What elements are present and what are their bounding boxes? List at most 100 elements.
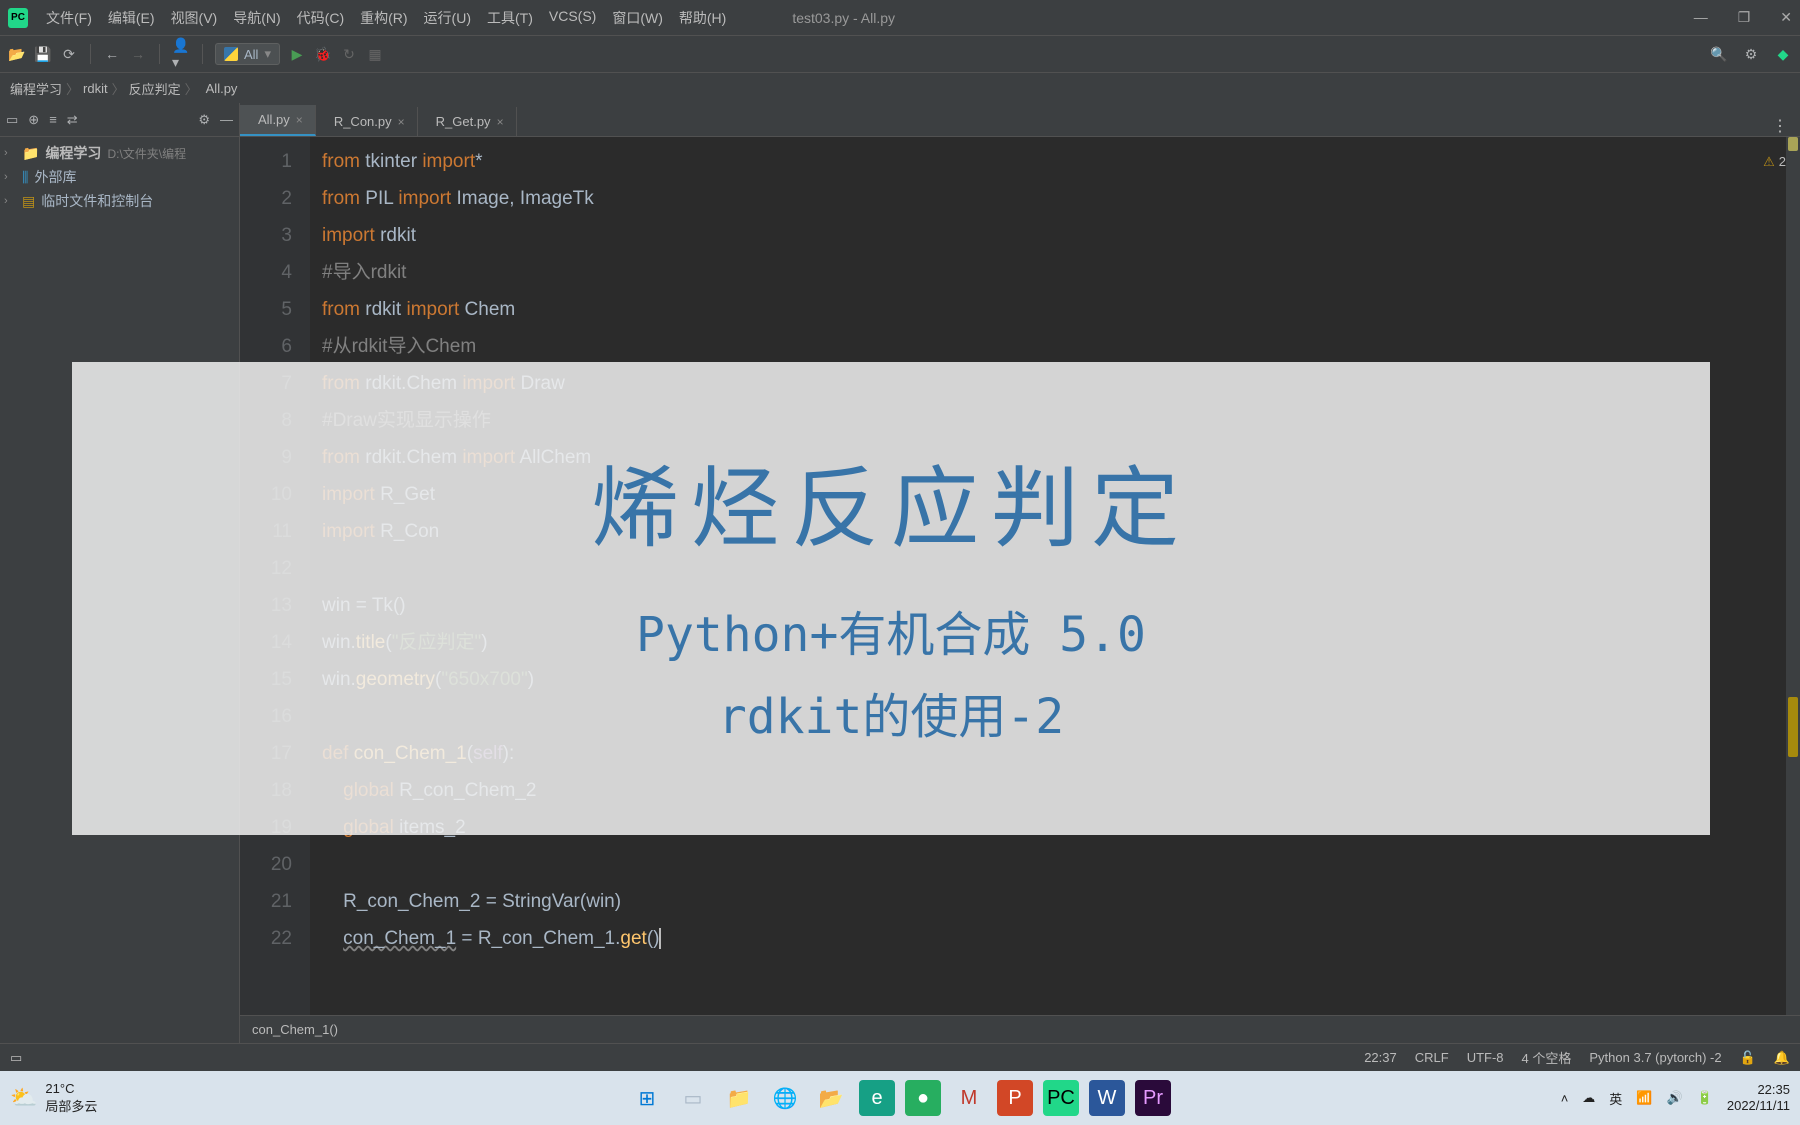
tray-battery-icon[interactable]: 🔋 (1697, 1090, 1713, 1106)
editor-tab[interactable]: R_Get.py× (418, 107, 517, 136)
settings-icon[interactable]: ⚙ (1742, 45, 1760, 63)
windows-taskbar: ⛅ 21°C 局部多云 ⊞ ▭ 📁 🌐 📂 e ● M P PC W Pr ˄ … (0, 1071, 1800, 1125)
main-toolbar: 📂 💾 ⟳ ← → 👤▾ All ▾ ▶ 🐞 ↻ ▦ 🔍 ⚙ ◆ (0, 35, 1800, 73)
minimize-button[interactable]: — (1694, 9, 1708, 26)
menu-item[interactable]: 视图(V) (165, 6, 224, 30)
breadcrumb-item[interactable]: rdkit (83, 81, 108, 96)
close-button[interactable]: ✕ (1780, 9, 1792, 26)
breadcrumb-item[interactable]: 反应判定 (129, 79, 181, 98)
run-button[interactable]: ▶ (288, 45, 306, 63)
target-icon[interactable]: ⊕ (28, 112, 39, 128)
word-icon[interactable]: W (1089, 1080, 1125, 1116)
app-icon-2[interactable]: ● (905, 1080, 941, 1116)
breadcrumb-item[interactable]: All.py (202, 81, 238, 96)
lock-icon[interactable]: 🔓 (1740, 1050, 1756, 1066)
hide-icon[interactable]: — (220, 112, 233, 127)
edge-icon[interactable]: 🌐 (767, 1080, 803, 1116)
app-icon-3[interactable]: M (951, 1080, 987, 1116)
profile-icon[interactable]: ▦ (366, 45, 384, 63)
explorer-icon[interactable]: 📁 (721, 1080, 757, 1116)
start-button[interactable]: ⊞ (629, 1080, 665, 1116)
menu-item[interactable]: 代码(C) (291, 6, 350, 30)
taskbar-clock[interactable]: 22:35 2022/11/11 (1727, 1082, 1790, 1113)
status-encoding[interactable]: UTF-8 (1467, 1050, 1504, 1065)
app-icon-1[interactable]: e (859, 1080, 895, 1116)
menu-item[interactable]: 导航(N) (227, 6, 286, 30)
sort-icon[interactable]: ≡ (49, 112, 57, 127)
task-view-icon[interactable]: ▭ (675, 1080, 711, 1116)
shield-icon[interactable]: ◆ (1774, 45, 1792, 63)
save-icon[interactable]: 💾 (34, 45, 52, 63)
menu-item[interactable]: VCS(S) (543, 6, 602, 30)
tray-chevron-icon[interactable]: ˄ (1561, 1091, 1569, 1106)
menu-item[interactable]: 帮助(H) (673, 6, 732, 30)
taskbar-apps: ⊞ ▭ 📁 🌐 📂 e ● M P PC W Pr (629, 1080, 1171, 1116)
debug-button[interactable]: 🐞 (314, 45, 332, 63)
main-menu: 文件(F)编辑(E)视图(V)导航(N)代码(C)重构(R)运行(U)工具(T)… (40, 6, 732, 30)
window-title: test03.py - All.py (792, 10, 895, 26)
folder-icon[interactable]: 📂 (813, 1080, 849, 1116)
status-bar: ▭ 22:37 CRLF UTF-8 4 个空格 Python 3.7 (pyt… (0, 1043, 1800, 1071)
python-icon (224, 47, 238, 61)
tray-onedrive-icon[interactable]: ☁ (1582, 1090, 1595, 1106)
tabs-more-icon[interactable]: ⋮ (1760, 116, 1800, 136)
inspection-indicator[interactable]: ⚠ 2 (1763, 143, 1786, 180)
taskbar-weather[interactable]: ⛅ 21°C 局部多云 (10, 1081, 97, 1115)
editor-tab[interactable]: All.py× (240, 105, 316, 136)
user-icon[interactable]: 👤▾ (172, 45, 190, 63)
project-view-icon[interactable]: ▭ (6, 112, 18, 128)
reload-icon[interactable]: ⟳ (60, 45, 78, 63)
pycharm-logo-icon: PC (8, 8, 28, 28)
back-icon[interactable]: ← (103, 45, 121, 63)
scratches[interactable]: › ▤ 临时文件和控制台 (0, 189, 239, 213)
warning-icon: ⚠ (1763, 143, 1775, 180)
run-config-dropdown[interactable]: All ▾ (215, 43, 280, 65)
menu-item[interactable]: 窗口(W) (606, 6, 669, 30)
breadcrumb-item[interactable]: 编程学习 (10, 79, 62, 98)
powerpoint-icon[interactable]: P (997, 1080, 1033, 1116)
collapse-icon[interactable]: ⇄ (67, 112, 78, 128)
project-root[interactable]: › 📁 编程学习 D:\文件夹\编程 (0, 141, 239, 165)
breadcrumb-context[interactable]: con_Chem_1() (240, 1015, 1800, 1043)
notification-icon[interactable]: 🔔 (1774, 1050, 1790, 1066)
system-tray: ˄ ☁ 英 📶 🔊 🔋 22:35 2022/11/11 (1561, 1082, 1790, 1113)
overlay-title: 烯烃反应判定 (591, 438, 1191, 565)
tool-window-icon[interactable]: ▭ (10, 1050, 22, 1066)
external-libraries[interactable]: › ⫼ 外部库 (0, 165, 239, 189)
tray-language-icon[interactable]: 英 (1609, 1089, 1622, 1108)
coverage-icon[interactable]: ↻ (340, 45, 358, 63)
close-tab-icon[interactable]: × (296, 113, 303, 127)
editor-tab[interactable]: R_Con.py× (316, 107, 418, 136)
sidebar-header: ▭ ⊕ ≡ ⇄ ⚙ — (0, 103, 239, 137)
menu-item[interactable]: 运行(U) (418, 6, 477, 30)
status-interpreter[interactable]: Python 3.7 (pytorch) -2 (1589, 1050, 1721, 1065)
overlay-subtitle-2: rdkit的使用-2 (718, 677, 1064, 747)
window-controls: — ❐ ✕ (1694, 9, 1792, 26)
open-icon[interactable]: 📂 (8, 45, 26, 63)
close-tab-icon[interactable]: × (398, 115, 405, 129)
tray-volume-icon[interactable]: 🔊 (1666, 1090, 1682, 1106)
video-overlay: 烯烃反应判定 Python+有机合成 5.0 rdkit的使用-2 (72, 362, 1710, 835)
premiere-icon[interactable]: Pr (1135, 1080, 1171, 1116)
menu-item[interactable]: 文件(F) (40, 6, 98, 30)
project-tree: › 📁 编程学习 D:\文件夹\编程 › ⫼ 外部库 › ▤ 临时文件和控制台 (0, 137, 239, 217)
editor-scrollbar[interactable] (1786, 137, 1800, 1015)
weather-icon: ⛅ (10, 1085, 37, 1111)
overlay-subtitle-1: Python+有机合成 5.0 (636, 595, 1146, 665)
close-tab-icon[interactable]: × (497, 115, 504, 129)
gear-icon[interactable]: ⚙ (198, 112, 210, 128)
maximize-button[interactable]: ❐ (1738, 9, 1751, 26)
navigation-breadcrumb: 编程学习〉rdkit〉反应判定〉All.py (0, 73, 1800, 103)
pycharm-taskbar-icon[interactable]: PC (1043, 1080, 1079, 1116)
forward-icon[interactable]: → (129, 45, 147, 63)
title-bar: PC 文件(F)编辑(E)视图(V)导航(N)代码(C)重构(R)运行(U)工具… (0, 0, 1800, 35)
search-icon[interactable]: 🔍 (1710, 45, 1728, 63)
status-indent[interactable]: 4 个空格 (1522, 1048, 1572, 1067)
tray-wifi-icon[interactable]: 📶 (1636, 1090, 1652, 1106)
status-time: 22:37 (1364, 1050, 1397, 1065)
menu-item[interactable]: 编辑(E) (102, 6, 161, 30)
editor-tabs: All.py×R_Con.py×R_Get.py× ⋮ (240, 103, 1800, 137)
menu-item[interactable]: 工具(T) (481, 6, 539, 30)
menu-item[interactable]: 重构(R) (354, 6, 413, 30)
status-line-ending[interactable]: CRLF (1415, 1050, 1449, 1065)
